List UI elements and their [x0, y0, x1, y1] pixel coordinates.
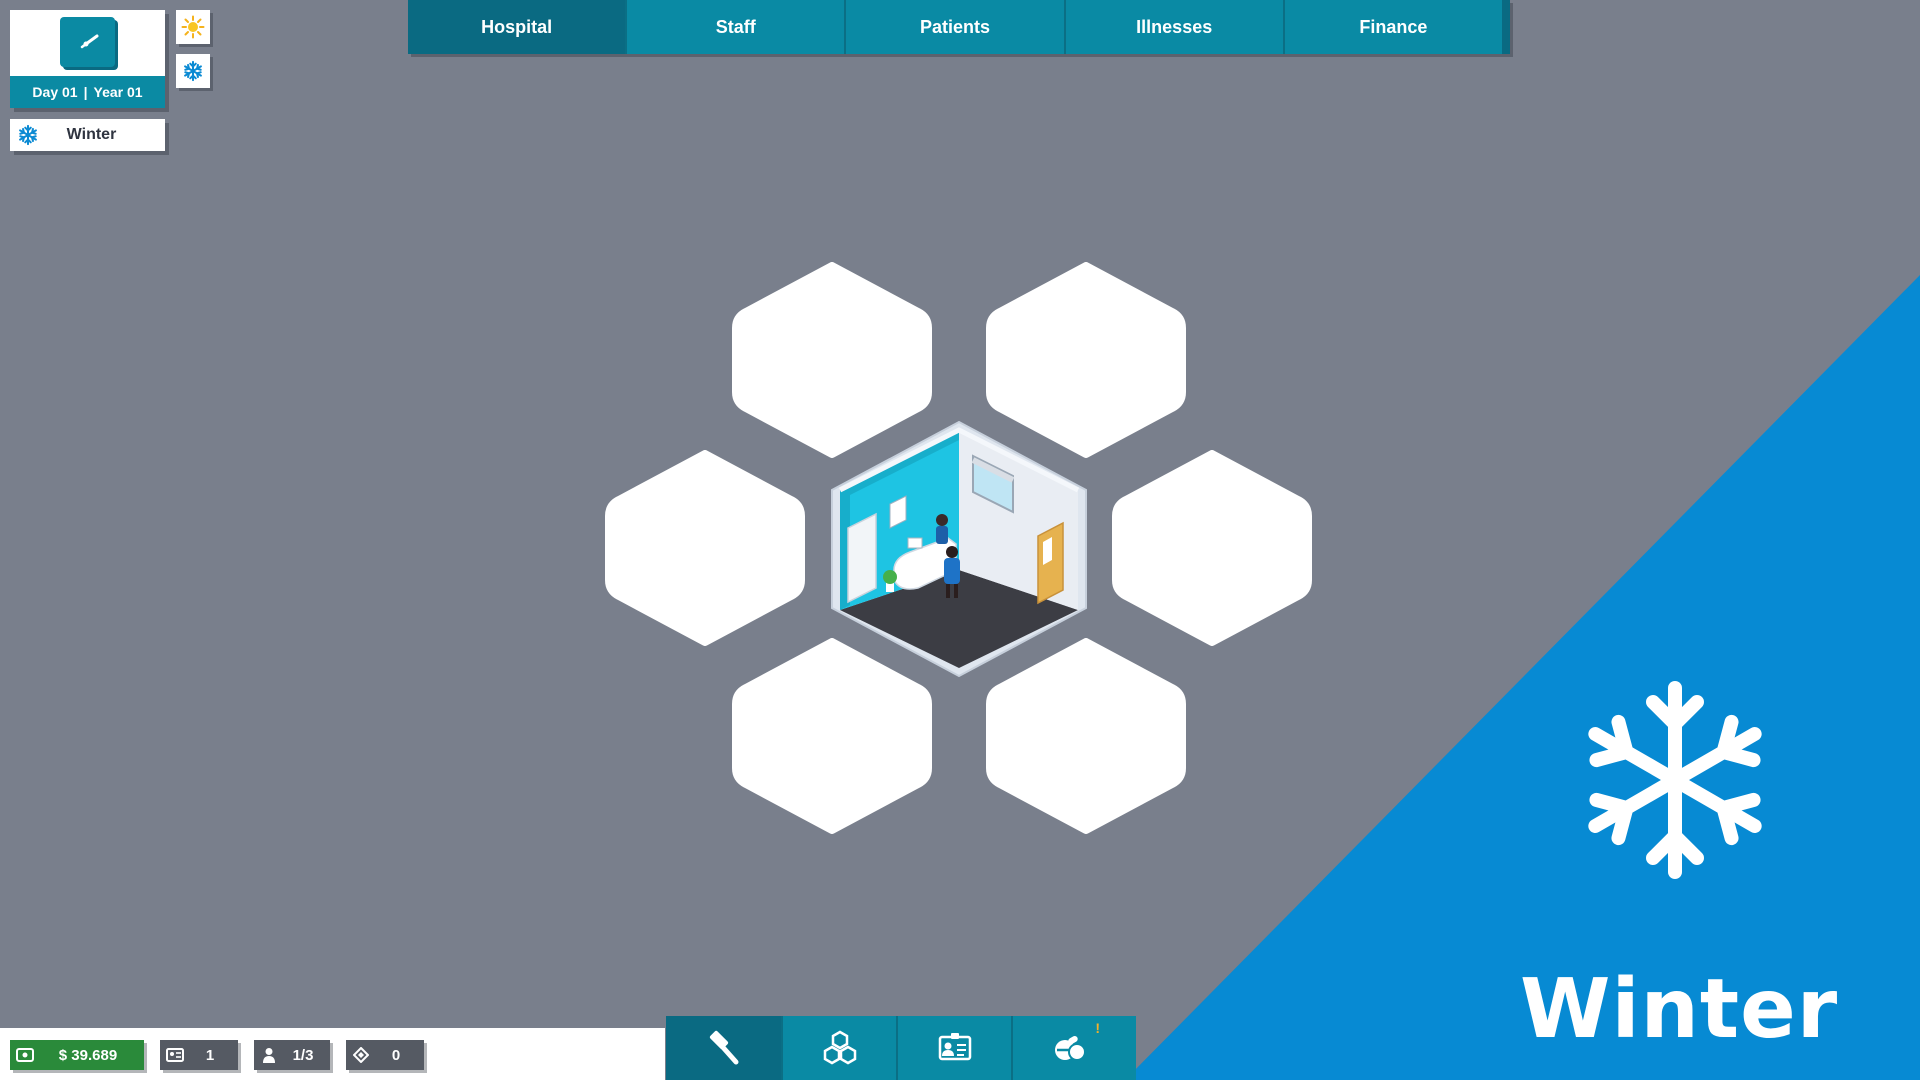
year-label: Year 01: [93, 84, 143, 100]
person-icon: [254, 1047, 284, 1063]
status-bar: $ 39.689 1 1/3 0: [0, 1028, 665, 1080]
tab-hospital[interactable]: Hospital: [408, 0, 626, 54]
date-card[interactable]: Day 01 | Year 01: [10, 10, 165, 108]
reception-room[interactable]: [828, 420, 1090, 678]
sun-icon: [181, 15, 205, 39]
items-value: 0: [391, 1046, 401, 1064]
build-toolbar: !: [666, 1016, 1136, 1080]
empty-hex-slot[interactable]: [1112, 450, 1312, 646]
tab-finance[interactable]: Finance: [1282, 0, 1502, 54]
date-separator: |: [83, 84, 88, 100]
staff-value: 1: [205, 1046, 215, 1064]
tab-patients[interactable]: Patients: [844, 0, 1063, 54]
diamond-icon: [346, 1047, 376, 1063]
money-value: $ 39.689: [58, 1046, 118, 1064]
tab-staff[interactable]: Staff: [625, 0, 844, 54]
snowflake-icon: [184, 60, 202, 82]
rooms-tool-button[interactable]: [781, 1016, 896, 1080]
hammer-icon: [709, 1030, 738, 1065]
season-indicator: Winter: [10, 119, 165, 151]
pharmacy-tool-button[interactable]: !: [1011, 1016, 1126, 1080]
tab-illnesses[interactable]: Illnesses: [1063, 0, 1283, 54]
date-display: Day 01 | Year 01: [10, 76, 165, 108]
alert-badge: !: [1095, 1020, 1100, 1036]
cash-icon: [10, 1048, 40, 1062]
clock-icon: [60, 17, 115, 67]
nav-end-cap: [1502, 0, 1511, 54]
winter-banner-title: Winter: [1520, 962, 1839, 1057]
pills-icon: [1054, 1036, 1086, 1061]
items-count[interactable]: 0: [346, 1040, 424, 1070]
patients-value: 1/3: [292, 1046, 314, 1064]
staff-tool-button[interactable]: [896, 1016, 1011, 1080]
id-card-icon: [160, 1048, 190, 1062]
patient-count[interactable]: 1/3: [254, 1040, 330, 1070]
staff-count[interactable]: 1: [160, 1040, 238, 1070]
snowflake-icon: [1588, 681, 1762, 879]
empty-hex-slot[interactable]: [605, 450, 805, 646]
day-label: Day 01: [32, 84, 78, 100]
staff-card-icon: [938, 1033, 971, 1061]
build-tool-button[interactable]: [666, 1016, 781, 1080]
money-display[interactable]: $ 39.689: [10, 1040, 144, 1070]
sun-weather-button[interactable]: [176, 10, 210, 44]
hex-cluster-icon: [823, 1030, 856, 1065]
top-nav: Hospital Staff Patients Illnesses Financ…: [408, 0, 1511, 54]
snowflake-icon: [10, 124, 46, 146]
snow-weather-button[interactable]: [176, 54, 210, 88]
season-label: Winter: [66, 126, 117, 143]
